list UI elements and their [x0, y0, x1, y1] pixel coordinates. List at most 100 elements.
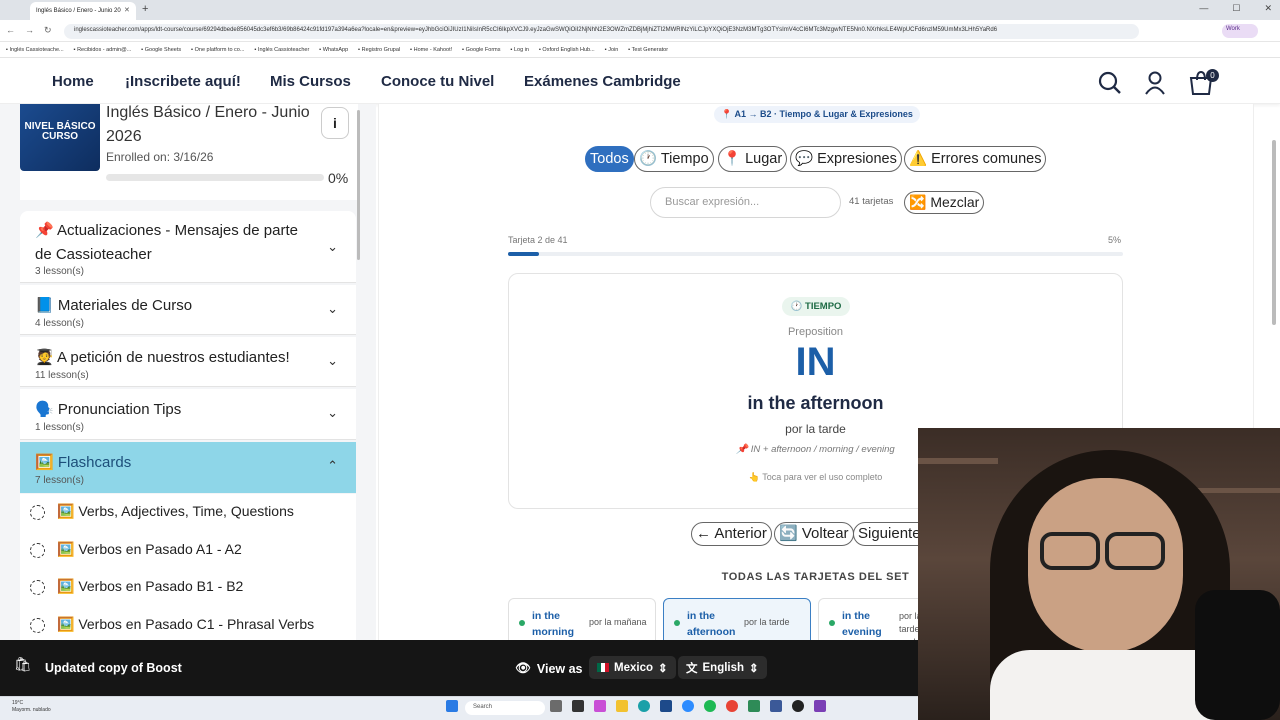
close-tab-icon[interactable]: ✕	[124, 6, 130, 14]
search-icon[interactable]	[1098, 71, 1122, 95]
windows-start-icon[interactable]	[446, 700, 458, 712]
shopify-bag-icon: 🛍	[14, 656, 32, 672]
close-window-icon[interactable]: ✕	[1264, 3, 1272, 14]
language-select[interactable]: 文 English ⇕	[678, 656, 767, 679]
chevron-down-icon[interactable]: ⌄	[327, 239, 338, 255]
chevron-up-icon[interactable]: ⌃	[327, 458, 338, 474]
nav-home[interactable]: Home	[52, 73, 94, 90]
bookmark-item[interactable]: ▪ Google Sheets	[141, 47, 181, 53]
bookmark-item[interactable]: ▪ Log in	[510, 47, 528, 53]
back-icon[interactable]: ←	[6, 25, 15, 36]
app-icon[interactable]	[770, 700, 782, 712]
lesson-item[interactable]: 🖼️ Verbos en Pasado B1 - B2	[20, 569, 356, 607]
reload-icon[interactable]: ↻	[44, 25, 52, 36]
shuffle-button[interactable]: 🔀 Mezclar	[904, 191, 985, 214]
search-expression-input[interactable]: Buscar expresión...	[650, 187, 841, 218]
level-badge: 📍 A1 → B2 · Tiempo & Lugar & Expresiones	[714, 106, 920, 123]
filter-tiempo[interactable]: 🕐 Tiempo	[634, 146, 714, 172]
filter-todos[interactable]: Todos	[585, 146, 634, 172]
zoom-icon[interactable]	[682, 700, 694, 712]
chevron-down-icon[interactable]: ⌄	[327, 353, 338, 369]
bookmark-item[interactable]: ▪ Registro Grupal	[358, 47, 400, 53]
app-icon[interactable]	[792, 700, 804, 712]
bookmark-item[interactable]: ▪ Home - Kahoot!	[410, 47, 452, 53]
flashcard-phrase: in the afternoon	[747, 393, 884, 413]
page-scrollbar[interactable]	[1272, 140, 1276, 325]
bookmark-item[interactable]: ▪ Inglés Cassioteacher	[254, 47, 309, 53]
previous-button[interactable]: ← Anterior	[691, 522, 772, 546]
app-icon[interactable]	[550, 700, 562, 712]
bookmark-item[interactable]: ▪ Join	[605, 47, 619, 53]
incomplete-circle-icon	[30, 505, 45, 520]
section-flashcards[interactable]: 🖼️ Flashcards 7 lesson(s) ⌃	[20, 442, 356, 493]
country-select[interactable]: Mexico ⇕	[589, 656, 676, 679]
account-icon[interactable]	[1144, 71, 1166, 95]
section-lesson-count: 11 lesson(s)	[35, 370, 89, 381]
taskbar-apps	[550, 700, 826, 712]
maximize-icon[interactable]: ☐	[1232, 3, 1240, 14]
app-icon[interactable]	[594, 700, 606, 712]
tab-title: Inglés Básico / Enero - Junio 20	[36, 8, 121, 14]
section-pronunciation[interactable]: 🗣️ Pronunciation Tips 1 lesson(s) ⌄	[20, 389, 356, 440]
weather-temp: 19°C	[12, 700, 24, 706]
sidebar-scrollbar[interactable]	[357, 110, 360, 260]
info-button[interactable]: i	[321, 107, 349, 139]
section-lesson-count: 7 lesson(s)	[35, 475, 84, 486]
lesson-item[interactable]: 🖼️ Verbos en Pasado A1 - A2	[20, 532, 356, 570]
card-progress-fill	[508, 252, 539, 256]
card-count: 41 tarjetas	[849, 196, 894, 207]
section-materiales[interactable]: 📘 Materiales de Curso 4 lesson(s) ⌄	[20, 285, 356, 335]
nav-examenes-cambridge[interactable]: Exámenes Cambridge	[524, 73, 681, 90]
app-icon[interactable]	[814, 700, 826, 712]
section-actualizaciones[interactable]: 📌 Actualizaciones - Mensajes de parte de…	[20, 211, 356, 283]
lesson-title: 🖼️ Verbos en Pasado C1 - Phrasal Verbs	[57, 616, 315, 632]
section-title: 📌 Actualizaciones - Mensajes de parte de…	[35, 222, 298, 263]
chevron-down-icon[interactable]: ⌄	[327, 301, 338, 317]
enrolled-date: Enrolled on: 3/16/26	[106, 150, 214, 164]
header-icons	[1098, 70, 1214, 96]
app-icon[interactable]	[660, 700, 672, 712]
address-bar[interactable]: inglescassioteacher.com/apps/ldt-course/…	[64, 24, 1139, 39]
taskbar-search[interactable]: Search	[465, 701, 545, 715]
spotify-icon[interactable]	[704, 700, 716, 712]
mini-card-en: in the evening	[842, 610, 882, 638]
incomplete-circle-icon	[30, 543, 45, 558]
forward-icon[interactable]: →	[25, 25, 34, 36]
app-icon[interactable]	[572, 700, 584, 712]
flip-button[interactable]: 🔄 Voltear	[774, 522, 854, 546]
bookmark-item[interactable]: ▪ Google Forms	[462, 47, 500, 53]
lesson-title: 🖼️ Verbos en Pasado A1 - A2	[57, 541, 242, 557]
weather-widget[interactable]: 19°C Mayorm. nublado	[12, 700, 51, 714]
app-icon[interactable]	[748, 700, 760, 712]
status-dot	[674, 620, 680, 626]
nav-mis-cursos[interactable]: Mis Cursos	[270, 73, 351, 90]
card-progress-percent: 5%	[1108, 235, 1122, 245]
filter-errores-comunes[interactable]: ⚠️ Errores comunes	[904, 146, 1047, 172]
bookmark-item[interactable]: ▪ Oxford English Hub...	[539, 47, 595, 53]
chrome-icon[interactable]	[726, 700, 738, 712]
nav-conoce-nivel[interactable]: Conoce tu Nivel	[381, 73, 494, 90]
edge-icon[interactable]	[638, 700, 650, 712]
country-value: Mexico	[614, 661, 653, 674]
lesson-item[interactable]: 🖼️ Verbs, Adjectives, Time, Questions	[20, 494, 356, 532]
lesson-item[interactable]: 🖼️ Verbos en Pasado C1 - Phrasal Verbs	[20, 607, 356, 640]
microphone	[1195, 590, 1280, 720]
browser-tab[interactable]: Inglés Básico / Enero - Junio 20	[30, 2, 136, 20]
chevron-down-icon[interactable]: ⌄	[327, 405, 338, 421]
bookmark-item[interactable]: ▪ Recibidos - admin@...	[74, 47, 132, 53]
mini-card-en: in the morning	[532, 610, 574, 638]
browser-tab-bar	[0, 0, 1280, 20]
bookmark-item[interactable]: ▪ Test Generator	[628, 47, 668, 53]
bookmark-item[interactable]: ▪ One platform to co...	[191, 47, 244, 53]
lesson-title: 🖼️ Verbs, Adjectives, Time, Questions	[57, 503, 294, 519]
profile-button[interactable]: Work	[1222, 24, 1258, 38]
nav-inscribete[interactable]: ¡Inscribete aquí!	[125, 73, 241, 90]
bookmark-item[interactable]: ▪ Inglés Cassioteache...	[6, 47, 64, 53]
bookmark-item[interactable]: ▪ WhatsApp	[319, 47, 348, 53]
section-peticion[interactable]: 🧑‍🎓 A petición de nuestros estudiantes! …	[20, 337, 356, 387]
folder-icon[interactable]	[616, 700, 628, 712]
filter-expresiones[interactable]: 💬 Expresiones	[790, 146, 902, 172]
minimize-icon[interactable]: —	[1199, 3, 1208, 14]
filter-lugar[interactable]: 📍 Lugar	[718, 146, 788, 172]
new-tab-icon[interactable]: +	[142, 3, 148, 15]
